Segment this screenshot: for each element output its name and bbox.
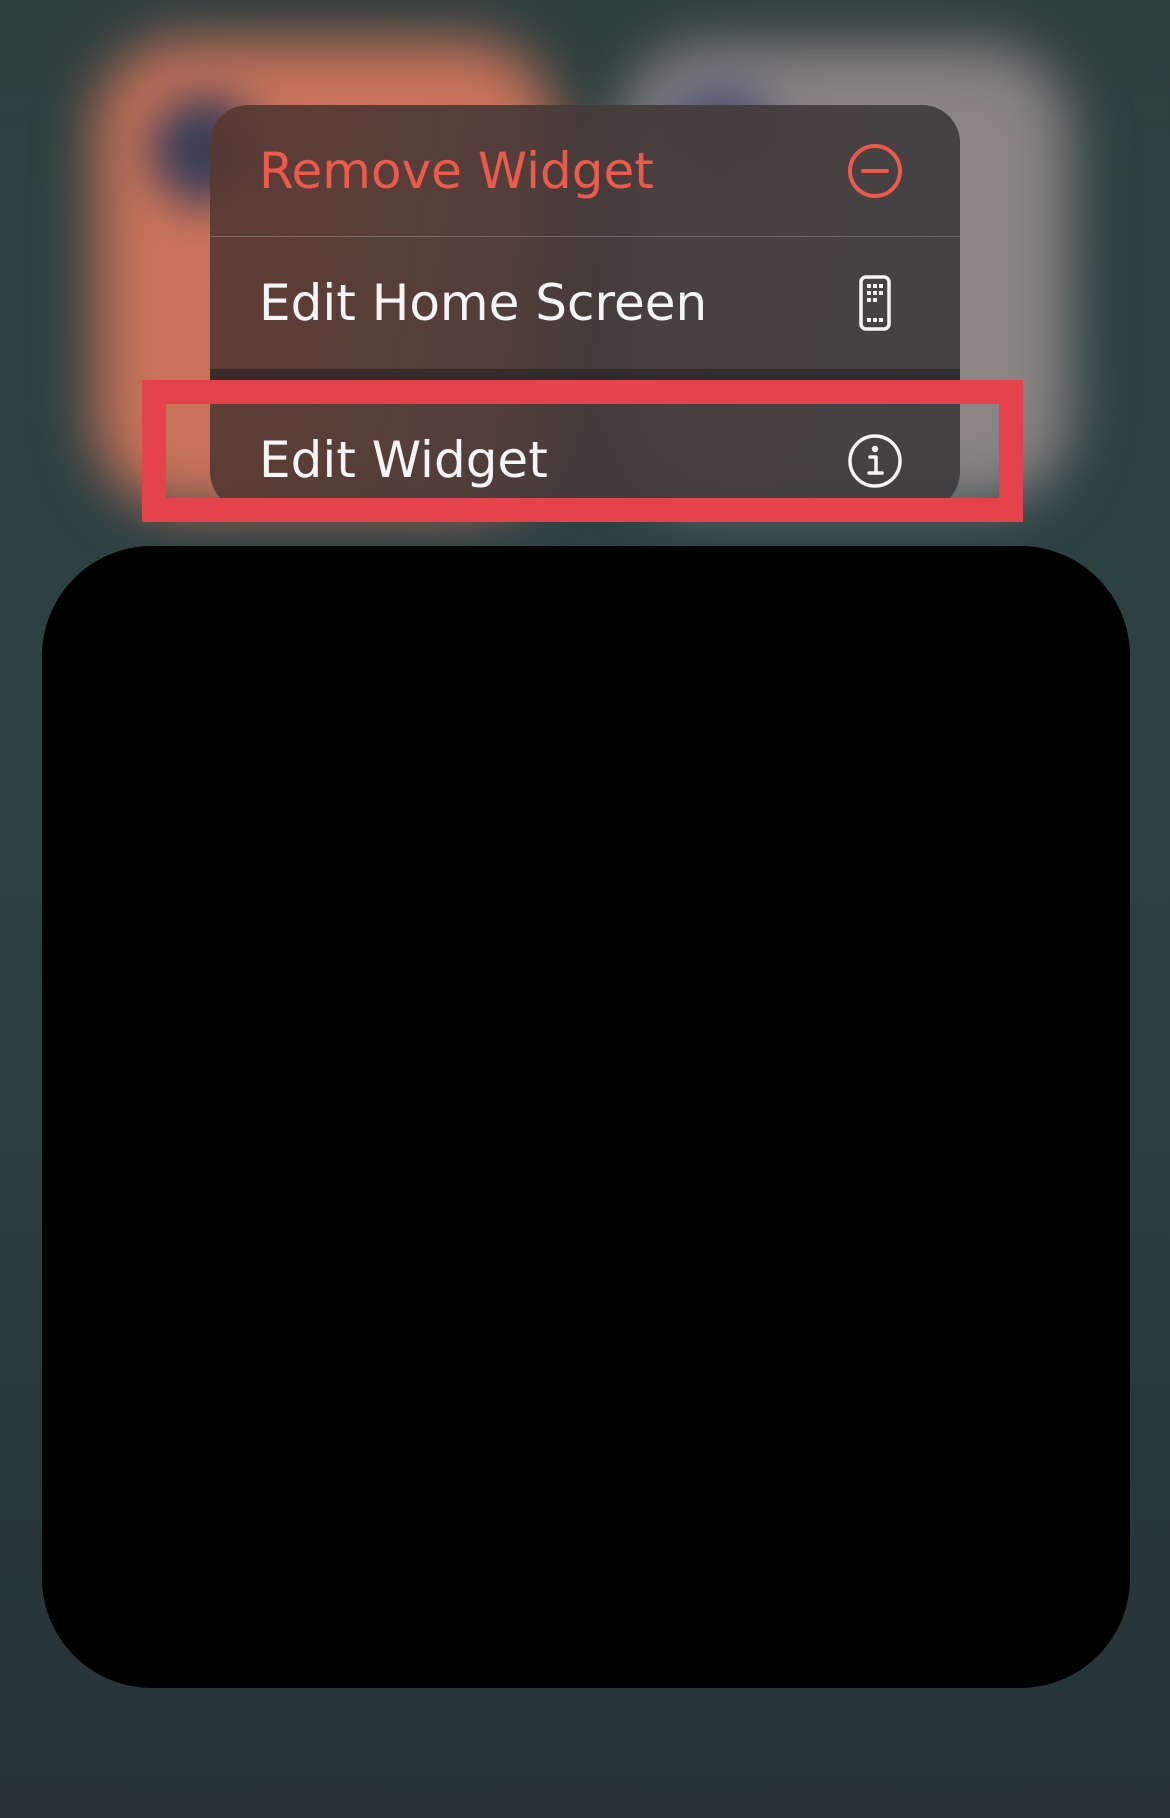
edit-home-screen-label: Edit Home Screen xyxy=(259,274,708,332)
menu-item-edit-home-screen[interactable]: Edit Home Screen xyxy=(210,237,960,369)
minus-circle-icon xyxy=(845,141,905,201)
remove-widget-label: Remove Widget xyxy=(259,142,654,200)
phone-grid-icon xyxy=(845,273,905,333)
menu-item-remove-widget[interactable]: Remove Widget xyxy=(210,105,960,237)
widget-preview xyxy=(42,546,1130,1688)
edit-widget-highlight xyxy=(142,380,1023,522)
